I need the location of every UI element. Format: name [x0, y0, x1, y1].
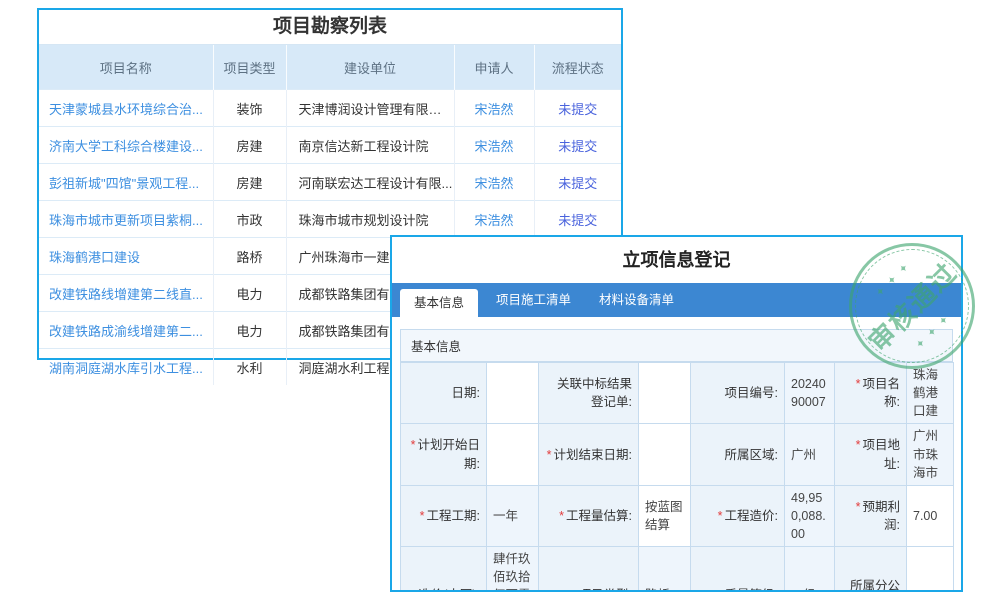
field-label-plan-start-date: *计划开始日期: [401, 424, 487, 485]
project-type-cell: 路桥 [213, 238, 286, 275]
survey-list-title: 项目勘察列表 [39, 10, 621, 45]
date-input[interactable] [487, 363, 539, 424]
applicant-cell: 宋浩然 [454, 164, 534, 201]
quality-grade-value: 一级 [785, 547, 835, 592]
field-label-quality-grade: 质量等级: [691, 547, 785, 592]
project-name-link[interactable]: 济南大学工科综合楼建设... [39, 127, 213, 164]
project-name-link[interactable]: 改建铁路成渝线增建第二... [39, 312, 213, 349]
project-type-value: 路桥 [639, 547, 691, 592]
construction-unit-cell: 珠海市城市规划设计院 [286, 201, 454, 238]
project-cost-value: 49,950,088.00 [785, 485, 835, 546]
project-type-cell: 房建 [213, 127, 286, 164]
field-label-plan-end-date: *计划结束日期: [539, 424, 639, 485]
form-content: 基本信息 日期: 关联中标结果登记单: 项目编号: 2024090007 *项目… [392, 317, 961, 592]
section-header-basic-info: 基本信息 [400, 329, 953, 362]
column-header-project-name: 项目名称 [39, 45, 213, 90]
branch-company-input[interactable] [907, 547, 954, 592]
field-label-expected-profit: *预期利润: [835, 485, 907, 546]
region-value: 广州 [785, 424, 835, 485]
applicant-cell: 宋浩然 [454, 201, 534, 238]
project-duration-value: 一年 [487, 485, 539, 546]
project-type-cell: 市政 [213, 201, 286, 238]
form-title: 立项信息登记 [392, 237, 961, 283]
cost-in-words-value: 肆仟玖佰玖拾伍万零捌拾捌元整 [487, 547, 539, 592]
project-name-link[interactable]: 湖南洞庭湖水库引水工程... [39, 349, 213, 386]
table-row: 珠海市城市更新项目紫桐... 市政 珠海市城市规划设计院 宋浩然 未提交 [39, 201, 621, 238]
required-marker: * [856, 438, 861, 452]
registration-form-panel: 立项信息登记 基本信息 项目施工清单 材料设备清单 基本信息 日期: 关联中标结… [390, 235, 963, 592]
plan-end-date-input[interactable] [639, 424, 691, 485]
field-label-region: 所属区域: [691, 424, 785, 485]
field-label-project-address: *项目地址: [835, 424, 907, 485]
field-label-date: 日期: [401, 363, 487, 424]
applicant-cell: 宋浩然 [454, 90, 534, 127]
field-label-project-type: 项目类型: [539, 547, 639, 592]
required-marker: * [547, 448, 552, 462]
project-type-cell: 电力 [213, 275, 286, 312]
tab-construction-list[interactable]: 项目施工清单 [482, 283, 585, 317]
project-type-cell: 电力 [213, 312, 286, 349]
field-label-quantity-estimate: *工程量估算: [539, 485, 639, 546]
project-name-link[interactable]: 珠海市城市更新项目紫桐... [39, 201, 213, 238]
project-name-value: 珠海鹤港口建 [907, 363, 954, 424]
required-marker: * [559, 509, 564, 523]
status-badge: 未提交 [534, 164, 621, 201]
construction-unit-cell: 河南联宏达工程设计有限... [286, 164, 454, 201]
status-badge: 未提交 [534, 201, 621, 238]
project-name-link[interactable]: 珠海鹤港口建设 [39, 238, 213, 275]
column-header-applicant: 申请人 [454, 45, 534, 90]
plan-start-date-input[interactable] [487, 424, 539, 485]
project-name-link[interactable]: 改建铁路线增建第二线直... [39, 275, 213, 312]
field-label-project-duration: *工程工期: [401, 485, 487, 546]
required-marker: * [411, 438, 416, 452]
status-badge: 未提交 [534, 127, 621, 164]
field-label-project-cost: *工程造价: [691, 485, 785, 546]
form-row: *计划开始日期: *计划结束日期: 所属区域: 广州 *项目地址: 广州市珠海市 [401, 424, 954, 485]
form-tab-bar: 基本信息 项目施工清单 材料设备清单 [392, 283, 961, 317]
table-row: 天津蒙城县水环境综合治... 装饰 天津博润设计管理有限公司 宋浩然 未提交 [39, 90, 621, 127]
field-label-project-number: 项目编号: [691, 363, 785, 424]
project-type-cell: 房建 [213, 164, 286, 201]
column-header-project-type: 项目类型 [213, 45, 286, 90]
field-label-project-name: *项目名称: [835, 363, 907, 424]
field-label-cost-in-words: 造价(大写): [401, 547, 487, 592]
construction-unit-cell: 天津博润设计管理有限公司 [286, 90, 454, 127]
bid-result-input[interactable] [639, 363, 691, 424]
tab-basic-info[interactable]: 基本信息 [400, 289, 478, 317]
tab-materials-equipment-list[interactable]: 材料设备清单 [585, 283, 688, 317]
project-name-link[interactable]: 天津蒙城县水环境综合治... [39, 90, 213, 127]
survey-header-row: 项目名称 项目类型 建设单位 申请人 流程状态 [39, 45, 621, 90]
construction-unit-cell: 南京信达新工程设计院 [286, 127, 454, 164]
project-type-cell: 装饰 [213, 90, 286, 127]
status-badge: 未提交 [534, 90, 621, 127]
form-row: 日期: 关联中标结果登记单: 项目编号: 2024090007 *项目名称: 珠… [401, 363, 954, 424]
form-row: 造价(大写): 肆仟玖佰玖拾伍万零捌拾捌元整 项目类型: 路桥 质量等级: 一级… [401, 547, 954, 592]
project-name-link[interactable]: 彭祖新城"四馆"景观工程... [39, 164, 213, 201]
form-row: *工程工期: 一年 *工程量估算: 按蓝图结算 *工程造价: 49,950,08… [401, 485, 954, 546]
basic-info-table: 日期: 关联中标结果登记单: 项目编号: 2024090007 *项目名称: 珠… [400, 362, 954, 592]
required-marker: * [856, 500, 861, 514]
required-marker: * [856, 377, 861, 391]
project-number-value: 2024090007 [785, 363, 835, 424]
column-header-workflow-status: 流程状态 [534, 45, 621, 90]
table-row: 济南大学工科综合楼建设... 房建 南京信达新工程设计院 宋浩然 未提交 [39, 127, 621, 164]
field-label-bid-result: 关联中标结果登记单: [539, 363, 639, 424]
expected-profit-input[interactable]: 7.00 [907, 485, 954, 546]
column-header-construction-unit: 建设单位 [286, 45, 454, 90]
required-marker: * [420, 509, 425, 523]
field-label-branch-company: 所属分公司: [835, 547, 907, 592]
required-marker: * [718, 509, 723, 523]
project-type-cell: 水利 [213, 349, 286, 386]
project-address-value: 广州市珠海市 [907, 424, 954, 485]
quantity-estimate-input[interactable]: 按蓝图结算 [639, 485, 691, 546]
applicant-cell: 宋浩然 [454, 127, 534, 164]
table-row: 彭祖新城"四馆"景观工程... 房建 河南联宏达工程设计有限... 宋浩然 未提… [39, 164, 621, 201]
